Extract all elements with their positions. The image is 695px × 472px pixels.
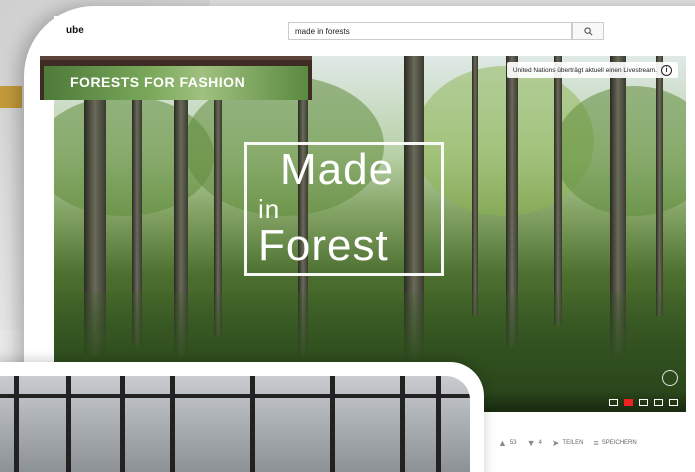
save-label: SPEICHERN — [601, 440, 637, 446]
thumbs-up-icon: ▲ — [498, 438, 507, 448]
video-player[interactable]: United Nations überträgt aktuell einen L… — [54, 56, 686, 412]
livestream-notice[interactable]: United Nations überträgt aktuell einen L… — [506, 62, 678, 78]
share-label: TEILEN — [562, 440, 584, 446]
search-button[interactable] — [572, 22, 604, 40]
youtube-logo[interactable]: ube — [66, 25, 84, 36]
like-count: 53 — [509, 440, 517, 446]
dislike-count: 4 — [538, 440, 542, 446]
un-emblem-icon — [662, 370, 678, 386]
fashion-photo — [0, 376, 470, 472]
save-button[interactable]: ≡ SPEICHERN — [593, 438, 636, 448]
thumbs-down-icon: ▼ — [526, 438, 536, 448]
like-button[interactable]: ▲ 53 — [498, 438, 517, 448]
theater-mode-icon[interactable] — [654, 398, 663, 406]
youtube-header: ube — [54, 16, 695, 50]
livestream-notice-text: United Nations überträgt aktuell einen L… — [512, 66, 657, 74]
search-icon — [583, 26, 592, 35]
share-icon: ➤ — [551, 437, 560, 448]
dislike-button[interactable]: ▼ 4 — [527, 438, 542, 448]
share-button[interactable]: ➤ TEILEN — [552, 438, 584, 449]
subtitles-icon[interactable] — [609, 398, 618, 406]
search-input[interactable] — [288, 22, 572, 40]
fashion-banner-title: FORESTS FOR FASHION — [70, 74, 246, 90]
overlay-title-line-3: Forest — [258, 221, 389, 270]
video-actions: ▲ 53 ▼ 4 ➤ TEILEN ≡ SPEICHERN — [498, 436, 637, 450]
fullscreen-icon[interactable] — [669, 398, 678, 406]
playlist-add-icon: ≡ — [593, 438, 599, 448]
settings-icon[interactable] — [624, 398, 633, 406]
miniplayer-icon[interactable] — [639, 398, 648, 406]
accent-bar — [0, 86, 22, 108]
overlay-title-line-1: Made — [280, 145, 395, 194]
overlay-title-line-2: in — [258, 194, 281, 224]
info-icon[interactable]: i — [661, 64, 672, 76]
